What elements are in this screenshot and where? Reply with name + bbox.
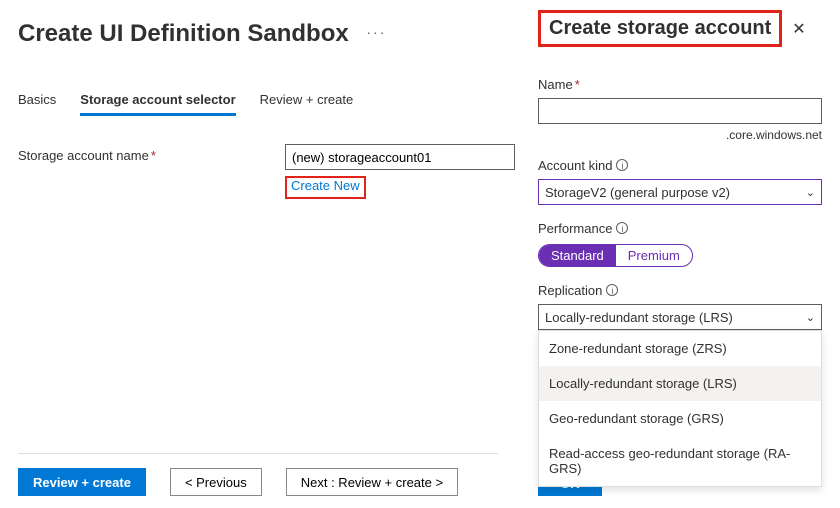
name-suffix: .core.windows.net xyxy=(538,128,822,142)
account-kind-value: StorageV2 (general purpose v2) xyxy=(545,185,730,200)
name-input[interactable] xyxy=(538,98,822,124)
performance-standard[interactable]: Standard xyxy=(539,245,616,266)
chevron-down-icon: ⌄ xyxy=(806,186,815,199)
performance-label: Performance i xyxy=(538,221,822,236)
panel-title: Create storage account xyxy=(549,17,771,39)
replication-select[interactable]: Locally-redundant storage (LRS) ⌄ xyxy=(538,304,822,330)
required-indicator: * xyxy=(151,148,156,163)
previous-button[interactable]: < Previous xyxy=(170,468,262,496)
tab-basics[interactable]: Basics xyxy=(18,92,56,116)
name-label: Name* xyxy=(538,77,822,92)
panel-title-highlight: Create storage account xyxy=(538,10,782,47)
replication-value: Locally-redundant storage (LRS) xyxy=(545,310,733,325)
account-kind-select[interactable]: StorageV2 (general purpose v2) ⌄ xyxy=(538,179,822,205)
required-indicator: * xyxy=(575,77,580,92)
info-icon[interactable]: i xyxy=(616,222,628,234)
storage-account-name-input[interactable] xyxy=(285,144,515,170)
tabs: Basics Storage account selector Review +… xyxy=(18,92,515,116)
create-storage-panel: Create storage account ✕ Name* .core.win… xyxy=(520,0,840,508)
name-label-text: Name xyxy=(538,77,573,92)
chevron-down-icon: ⌄ xyxy=(806,311,815,324)
create-new-link[interactable]: Create New xyxy=(285,176,366,199)
replication-option-grs[interactable]: Geo-redundant storage (GRS) xyxy=(539,401,821,436)
review-create-button[interactable]: Review + create xyxy=(18,468,146,496)
account-kind-label: Account kind i xyxy=(538,158,822,173)
replication-text: Replication xyxy=(538,283,602,298)
performance-toggle: Standard Premium xyxy=(538,244,693,267)
page-title: Create UI Definition Sandbox xyxy=(18,20,349,48)
tab-review[interactable]: Review + create xyxy=(260,92,354,116)
info-icon[interactable]: i xyxy=(616,159,628,171)
tab-storage-selector[interactable]: Storage account selector xyxy=(80,92,235,116)
performance-text: Performance xyxy=(538,221,612,236)
performance-premium[interactable]: Premium xyxy=(616,245,692,266)
replication-option-lrs[interactable]: Locally-redundant storage (LRS) xyxy=(539,366,821,401)
next-button[interactable]: Next : Review + create > xyxy=(286,468,458,496)
replication-label: Replication i xyxy=(538,283,822,298)
label-text: Storage account name xyxy=(18,148,149,163)
close-icon[interactable]: ✕ xyxy=(792,19,805,39)
replication-options: Zone-redundant storage (ZRS) Locally-red… xyxy=(538,330,822,487)
replication-option-ragrs[interactable]: Read-access geo-redundant storage (RA-GR… xyxy=(539,436,821,486)
replication-option-zrs[interactable]: Zone-redundant storage (ZRS) xyxy=(539,331,821,366)
more-icon[interactable]: ··· xyxy=(366,24,386,40)
storage-account-name-label: Storage account name* xyxy=(18,144,285,163)
info-icon[interactable]: i xyxy=(606,284,618,296)
footer-bar: Review + create < Previous Next : Review… xyxy=(18,453,498,496)
account-kind-text: Account kind xyxy=(538,158,612,173)
